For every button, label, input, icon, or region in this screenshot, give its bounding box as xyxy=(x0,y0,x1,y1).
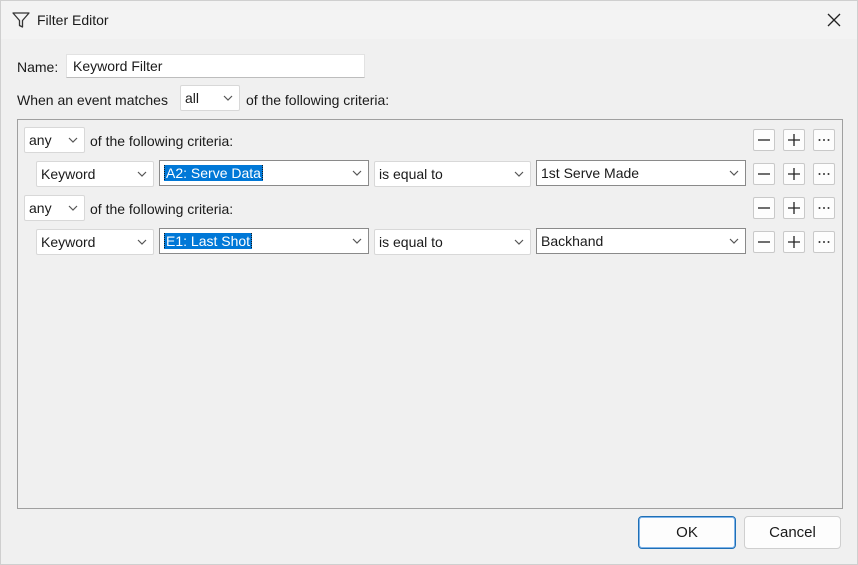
title-bar: Filter Editor xyxy=(1,1,857,39)
group-1-quantifier-select[interactable]: any xyxy=(24,127,85,153)
group-2-quantifier-value: any xyxy=(29,200,52,216)
rule-2-remove-button[interactable] xyxy=(753,231,775,253)
more-icon xyxy=(818,139,830,141)
rule-1-field-value: A2: Serve Data xyxy=(164,165,263,181)
rule-2-field-type-select[interactable]: Keyword xyxy=(36,229,154,255)
rule-2-add-button[interactable] xyxy=(783,231,805,253)
rule-2-field-type-value: Keyword xyxy=(41,234,96,250)
chevron-down-icon xyxy=(137,171,147,177)
plus-icon xyxy=(788,236,800,248)
match-prefix-label: When an event matches xyxy=(17,92,168,108)
group-1-remove-button[interactable] xyxy=(753,129,775,151)
minus-icon xyxy=(758,173,770,175)
rule-2-value-select[interactable]: Backhand xyxy=(536,228,746,254)
minus-icon xyxy=(758,207,770,209)
chevron-down-icon xyxy=(68,205,78,211)
chevron-down-icon xyxy=(352,238,362,244)
chevron-down-icon xyxy=(514,239,524,245)
plus-icon xyxy=(788,202,800,214)
chevron-down-icon xyxy=(514,171,524,177)
plus-icon xyxy=(788,168,800,180)
group-2-more-button[interactable] xyxy=(813,197,835,219)
match-quantifier-value: all xyxy=(185,90,200,106)
group-2-remove-button[interactable] xyxy=(753,197,775,219)
rule-1-operator-value: is equal to xyxy=(379,166,443,182)
plus-icon xyxy=(788,134,800,146)
window-title: Filter Editor xyxy=(37,12,109,28)
cancel-button[interactable]: Cancel xyxy=(744,516,841,549)
chevron-down-icon xyxy=(223,95,233,101)
rule-1-operator-select[interactable]: is equal to xyxy=(374,161,531,187)
more-icon xyxy=(818,207,830,209)
name-label: Name: xyxy=(17,59,59,75)
chevron-down-icon xyxy=(729,238,739,244)
rule-2-operator-select[interactable]: is equal to xyxy=(374,229,531,255)
rule-1-field-select[interactable]: A2: Serve Data xyxy=(159,160,369,186)
filter-funnel-icon xyxy=(12,12,30,28)
group-2-quantifier-select[interactable]: any xyxy=(24,195,85,221)
group-1-add-button[interactable] xyxy=(783,129,805,151)
rule-1-value-value: 1st Serve Made xyxy=(541,165,640,181)
match-quantifier-select[interactable]: all xyxy=(180,85,240,111)
rule-2-operator-value: is equal to xyxy=(379,234,443,250)
close-button[interactable] xyxy=(811,1,857,39)
rule-1-add-button[interactable] xyxy=(783,163,805,185)
name-input[interactable]: Keyword Filter xyxy=(66,54,365,78)
group-1-more-button[interactable] xyxy=(813,129,835,151)
ok-button[interactable]: OK xyxy=(638,516,736,549)
minus-icon xyxy=(758,139,770,141)
chevron-down-icon xyxy=(352,170,362,176)
more-icon xyxy=(818,241,830,243)
match-suffix-label: of the following criteria: xyxy=(246,92,390,108)
minus-icon xyxy=(758,241,770,243)
group-1-quantifier-value: any xyxy=(29,132,52,148)
rule-2-field-select[interactable]: E1: Last Shot xyxy=(159,228,369,254)
group-2-suffix-label: of the following criteria: xyxy=(90,201,234,217)
rule-2-value-value: Backhand xyxy=(541,233,604,249)
rule-2-field-value: E1: Last Shot xyxy=(164,233,253,249)
rule-1-more-button[interactable] xyxy=(813,163,835,185)
rule-2-more-button[interactable] xyxy=(813,231,835,253)
rule-1-field-type-select[interactable]: Keyword xyxy=(36,161,154,187)
group-1-suffix-label: of the following criteria: xyxy=(90,133,234,149)
rule-1-field-type-value: Keyword xyxy=(41,166,96,182)
group-2-add-button[interactable] xyxy=(783,197,805,219)
filter-editor-window: Filter Editor Name: Keyword Filter When … xyxy=(0,0,858,565)
rule-1-remove-button[interactable] xyxy=(753,163,775,185)
chevron-down-icon xyxy=(137,239,147,245)
close-icon xyxy=(827,13,841,27)
more-icon xyxy=(818,173,830,175)
chevron-down-icon xyxy=(68,137,78,143)
chevron-down-icon xyxy=(729,170,739,176)
rule-1-value-select[interactable]: 1st Serve Made xyxy=(536,160,746,186)
